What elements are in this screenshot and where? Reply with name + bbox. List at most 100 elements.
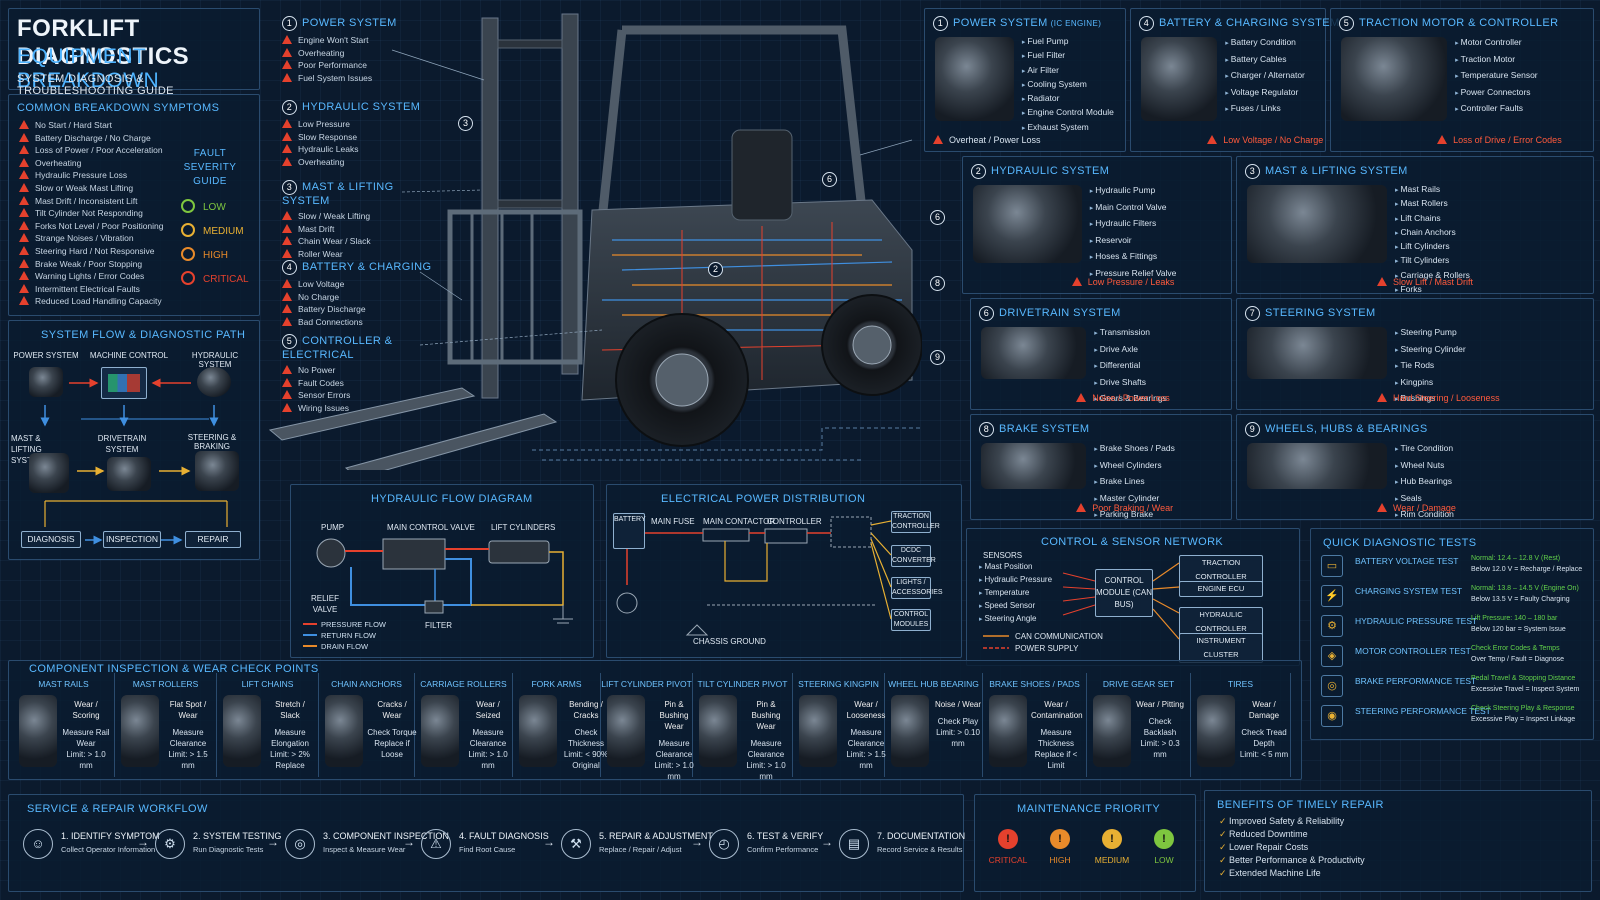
system-card-5: 5 TRACTION MOTOR & CONTROLLER Motor Contro…	[1330, 8, 1594, 152]
diagnostic-test: ◉ STEERING PERFORMANCE TEST Check Steering…	[1321, 703, 1575, 731]
workflow-step-icon: ⚠	[421, 829, 451, 859]
marker-2: 2	[708, 262, 723, 277]
system-card-item: Battery Condition	[1225, 35, 1305, 52]
symptom-item: Mast Drift / Inconsistent Lift	[19, 195, 164, 208]
warning-icon	[1377, 393, 1387, 402]
priority-label: LOW	[1154, 855, 1174, 865]
component-image	[973, 185, 1082, 263]
network-title: CONTROL & SENSOR NETWORK	[1041, 536, 1224, 548]
symptom-item: Warning Lights / Error Codes	[19, 270, 164, 283]
marker-6b: 6	[930, 210, 945, 225]
system-card-item: Exhaust System	[1022, 121, 1114, 135]
priority-item: ! HIGH	[1037, 829, 1083, 865]
workflow-step-icon: ⚙	[155, 829, 185, 859]
test-name: HYDRAULIC PRESSURE TEST	[1355, 616, 1478, 626]
warning-icon	[19, 182, 29, 192]
sensor-item: Steering Angle	[979, 613, 1052, 626]
marker-3: 3	[458, 116, 473, 131]
test-normal: Normal: 12.4 – 12.8 V (Rest)	[1471, 555, 1561, 562]
test-icon: ◉	[1321, 705, 1343, 727]
legend-label: PRESSURE FLOW	[321, 620, 387, 629]
benefits-panel: BENEFITS OF TIMELY REPAIR ✓ Improved Saf…	[1204, 790, 1592, 892]
part-issue: Wear / Seized	[475, 700, 501, 720]
system-card-item: Differential	[1094, 358, 1167, 375]
severity-label: MEDIUM	[203, 226, 244, 237]
priority-icon: !	[998, 829, 1018, 849]
check-icon: ✓	[1219, 855, 1230, 865]
part-image	[1093, 695, 1131, 767]
network-output: INSTRUMENT CLUSTER	[1179, 633, 1263, 663]
part-image	[19, 695, 57, 767]
system-card-fault-label: Wear / Damage	[1393, 503, 1456, 513]
system-card-item: Reservoir	[1090, 233, 1177, 250]
symptom-label: Steering Hard / Not Responsive	[35, 245, 155, 256]
test-limit: Below 120 bar = System Issue	[1471, 626, 1566, 633]
title-panel: FORKLIFT DIAGNOSTICS EQUIPMENT BREAKDOWN…	[8, 8, 260, 97]
part-limit: Limit: > 1.0 mm	[66, 750, 106, 770]
arrow-right-icon: →	[543, 835, 555, 849]
system-card-item: Drive Axle	[1094, 342, 1167, 359]
part-image	[989, 695, 1027, 767]
component-image	[981, 443, 1087, 489]
system-card-fault: Noise / Power Loss	[1076, 393, 1170, 403]
part-issue: Cracks / Wear	[377, 700, 407, 720]
system-card-fault: Slow Lift / Mast Drift	[1377, 277, 1473, 287]
symptom-item: No Start / Hard Start	[19, 119, 164, 132]
warning-icon	[1377, 503, 1387, 512]
legend-swatch	[303, 645, 317, 647]
part-limit: Limit: > 1.0 mm	[746, 761, 786, 781]
system-card-title: 2 HYDRAULIC SYSTEM	[971, 164, 1109, 179]
workflow-step-desc: Record Service & Results	[877, 845, 963, 854]
system-card-fault: Low Voltage / No Charge	[1207, 135, 1323, 145]
symptom-label: Slow or Weak Mast Lifting	[35, 182, 134, 193]
flow-node-power: POWER SYSTEM	[13, 351, 79, 360]
inspection-part: LIFT CYLINDER PIVOT Pin & Bushing Wear Mea…	[601, 673, 694, 781]
workflow-step-title: 6. TEST & VERIFY	[747, 831, 824, 841]
warning-icon	[19, 195, 29, 205]
system-card-label: DRIVETRAIN SYSTEM	[999, 307, 1121, 319]
flow-node-machine-control: MACHINE CONTROL	[89, 351, 169, 360]
system-card-number: 7	[1245, 306, 1260, 321]
system-card-item: Tie Rods	[1395, 358, 1466, 375]
inspection-part: TIRES Wear / Damage Check Tread Depth Limit…	[1191, 673, 1291, 777]
system-card-item: Lift Chains	[1395, 212, 1470, 226]
symptom-item: Tilt Cylinder Not Responding	[19, 207, 164, 220]
part-image	[519, 695, 557, 767]
system-card-item: Fuel Pump	[1022, 35, 1114, 49]
severity-label: CRITICAL	[203, 274, 249, 285]
legend-label: RETURN FLOW	[321, 631, 376, 640]
part-issue: Wear / Contamination	[1031, 700, 1083, 720]
system-card-suffix: (IC ENGINE)	[1050, 19, 1102, 28]
system-card-fault-label: Slow Lift / Mast Drift	[1393, 277, 1474, 287]
test-normal: Check Steering Play & Response	[1471, 705, 1575, 712]
part-details: Flat Spot / Wear Measure Clearance Limit: …	[163, 699, 213, 771]
symptoms-title: COMMON BREAKDOWN SYMPTOMS	[17, 102, 220, 114]
legend-item: PRESSURE FLOW	[303, 619, 386, 630]
test-limit: Below 13.5 V = Faulty Charging	[1471, 596, 1570, 603]
part-image	[223, 695, 261, 767]
symptom-item: Loss of Power / Poor Acceleration	[19, 144, 164, 157]
part-limit: Limit: > 1.0 mm	[654, 761, 694, 781]
test-limit: Excessive Play = Inspect Linkage	[1471, 716, 1576, 723]
electrical-schematic	[616, 516, 892, 636]
part-issue: Noise / Wear	[934, 700, 982, 709]
part-image	[799, 695, 837, 767]
arrow-right-icon: →	[691, 835, 703, 849]
system-card-item: Air Filter	[1022, 64, 1114, 78]
part-details: Wear / Seized Measure Clearance Limit: > 1…	[463, 699, 513, 771]
system-card-item: Fuel Filter	[1022, 49, 1114, 63]
system-card-9: 9 WHEELS, HUBS & BEARINGS Tire ConditionWh…	[1236, 414, 1594, 520]
legend-item: DRAIN FLOW	[303, 641, 386, 652]
part-name: LIFT CYLINDER PIVOT	[601, 679, 692, 689]
part-check: Check Play	[937, 717, 979, 726]
system-card-number: 8	[979, 422, 994, 437]
test-limit: Over Temp / Fault = Diagnose	[1471, 656, 1565, 663]
system-card-number: 9	[1245, 422, 1260, 437]
arrow-right-icon: →	[267, 835, 279, 849]
system-card-item: Hoses & Fittings	[1090, 249, 1177, 266]
legend-item: RETURN FLOW	[303, 630, 386, 641]
tests-panel: QUICK DIAGNOSTIC TESTS ▭ BATTERY VOLTAGE …	[1310, 528, 1594, 740]
warning-icon	[19, 258, 29, 268]
severity-item: MEDIUM	[181, 223, 253, 247]
priority-label: HIGH	[1049, 855, 1071, 865]
